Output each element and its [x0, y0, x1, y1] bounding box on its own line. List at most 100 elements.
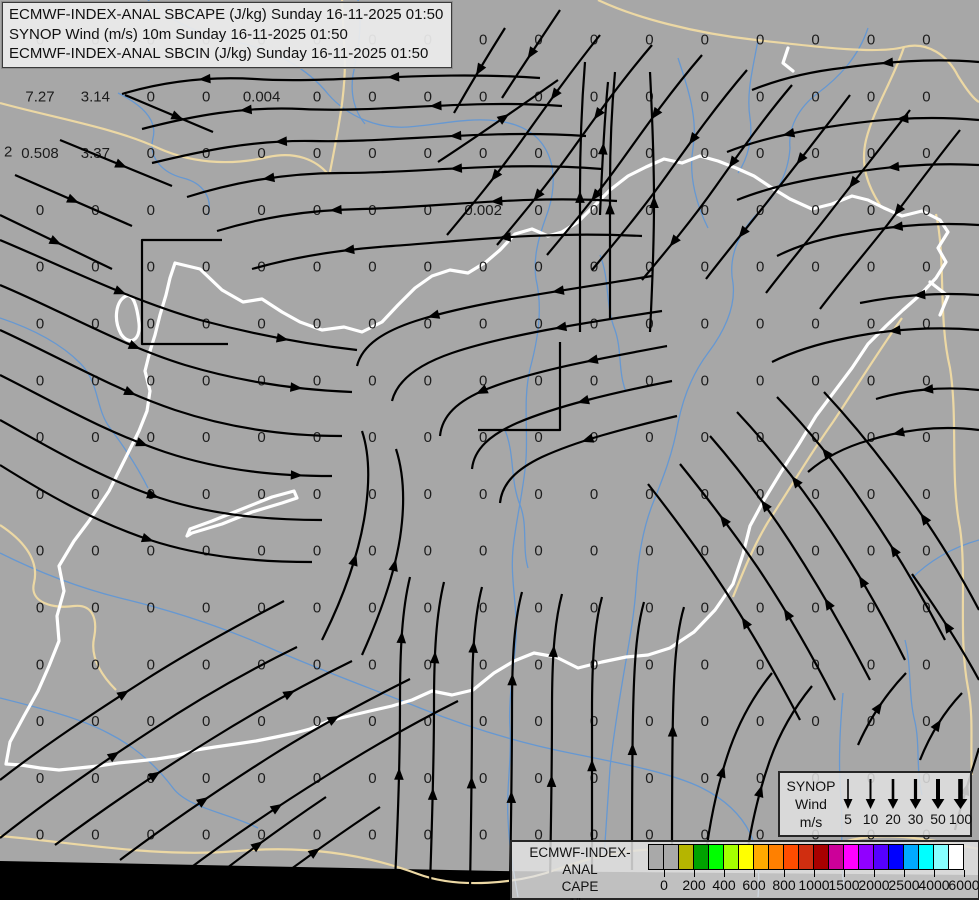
- station-value: 0: [922, 316, 930, 333]
- station-value: 0: [590, 202, 598, 219]
- station-value: 0: [867, 316, 875, 333]
- station-value: 0: [36, 770, 44, 787]
- wind-arrowhead-icon: [881, 57, 894, 68]
- cape-color-cell: [919, 845, 933, 869]
- wind-arrowhead-icon: [507, 673, 517, 686]
- wind-arrowhead-icon: [106, 751, 120, 763]
- cape-color-cell: [889, 845, 903, 869]
- wind-arrowhead-icon: [269, 803, 283, 815]
- weather-map-screen: 0 0 0 0 0 0 0 0 0 0 0 0 0 0 0 0 0 7.27 3.14 0 0 0.004 0 0 0 0 0 0 0 0…: [0, 0, 979, 900]
- wind-arrowhead-icon: [329, 204, 342, 215]
- wind-streamline: [124, 93, 214, 134]
- station-value: 0: [756, 713, 764, 730]
- station-value: 0: [36, 316, 44, 333]
- station-value: 0: [368, 145, 376, 162]
- cape-color-cell: [799, 845, 813, 869]
- cape-color-cell: [949, 845, 963, 869]
- title-line-wind: SYNOP Wind (m/s) 10m Sunday 16-11-2025 0…: [9, 25, 348, 43]
- station-value: 0: [756, 656, 764, 673]
- river-path: [504, 429, 529, 569]
- hungary-border: [114, 294, 141, 343]
- cape-tick-label: 6000: [948, 877, 979, 893]
- station-value: 0: [479, 543, 487, 560]
- wind-streamline: [726, 116, 979, 154]
- wind-arrowhead-icon: [887, 161, 900, 172]
- station-value: 0: [368, 600, 376, 617]
- cape-color-cell: [904, 845, 918, 869]
- station-value: 0: [534, 372, 542, 389]
- station-value: 0: [590, 316, 598, 333]
- station-value: 0: [424, 259, 432, 276]
- station-value: 0: [479, 32, 487, 49]
- station-value: 0: [922, 713, 930, 730]
- cape-color-cell: [709, 845, 723, 869]
- wind-streamline: [0, 374, 333, 478]
- cape-tick-label: 200: [682, 877, 706, 893]
- wind-arrowhead-icon: [605, 202, 615, 215]
- station-value: 0: [867, 259, 875, 276]
- station-value: 0: [202, 429, 210, 446]
- station-value: 0: [368, 429, 376, 446]
- station-value: 0: [257, 713, 265, 730]
- wind-arrowhead-icon: [239, 104, 253, 115]
- station-value: 0: [811, 543, 819, 560]
- station-value: 0: [91, 486, 99, 503]
- wind-speed-label: 30: [907, 811, 924, 827]
- wind-streamline: [0, 283, 353, 394]
- station-value: 0: [91, 713, 99, 730]
- wind-arrowhead-icon: [575, 190, 585, 203]
- cape-tick-label: 4000: [918, 877, 950, 893]
- hungary-border: [781, 46, 795, 73]
- wind-legend-text: SYNOP Wind m/s: [784, 777, 838, 831]
- station-value: 0: [313, 316, 321, 333]
- station-value: 0: [424, 88, 432, 105]
- station-value: 0: [368, 827, 376, 844]
- cape-tick-label: 600: [742, 877, 766, 893]
- wind-speed-label: 50: [930, 811, 946, 827]
- station-value: 0: [313, 827, 321, 844]
- station-value: 0: [534, 770, 542, 787]
- station-value: 0: [590, 145, 598, 162]
- station-value: 0: [867, 88, 875, 105]
- cape-legend-unit: J/kg: [516, 895, 644, 900]
- station-value: 0: [202, 316, 210, 333]
- station-value: 0: [202, 770, 210, 787]
- station-value: 0: [867, 486, 875, 503]
- wind-legend-subtitle: Wind: [795, 796, 827, 812]
- cape-tick: [934, 870, 935, 877]
- wind-arrowhead-icon: [783, 608, 795, 622]
- station-value: 0: [534, 429, 542, 446]
- station-value: 0.002: [464, 202, 502, 219]
- station-value: 0: [257, 316, 265, 333]
- station-value: 0: [479, 316, 487, 333]
- cape-tick: [724, 870, 725, 877]
- station-value: 0: [922, 202, 930, 219]
- river-path: [737, 39, 759, 174]
- station-value: 0: [867, 656, 875, 673]
- station-value: 0: [645, 656, 653, 673]
- station-value: 0: [424, 770, 432, 787]
- station-value: 0: [147, 543, 155, 560]
- wind-arrowhead-icon: [858, 575, 870, 589]
- station-value: 0: [922, 259, 930, 276]
- down-arrow-icon: [931, 799, 945, 809]
- station-value: 0: [479, 827, 487, 844]
- cape-color-cell: [814, 845, 828, 869]
- station-value: 0: [922, 32, 930, 49]
- cape-color-cell: [769, 845, 783, 869]
- station-value: 0: [257, 770, 265, 787]
- station-value: 0: [424, 372, 432, 389]
- station-value: 0: [645, 713, 653, 730]
- wind-arrowhead-icon: [920, 513, 932, 526]
- station-value: 0: [534, 202, 542, 219]
- station-value: 0: [701, 32, 709, 49]
- station-value: 0: [756, 259, 764, 276]
- station-value: 0: [147, 145, 155, 162]
- station-value: 0: [202, 202, 210, 219]
- wind-arrowhead-icon: [548, 645, 558, 658]
- cape-color-cell: [724, 845, 738, 869]
- river-path: [909, 539, 979, 581]
- station-value: 0: [479, 656, 487, 673]
- station-value: 0.004: [243, 88, 281, 105]
- cape-tick-label: 2500: [888, 877, 920, 893]
